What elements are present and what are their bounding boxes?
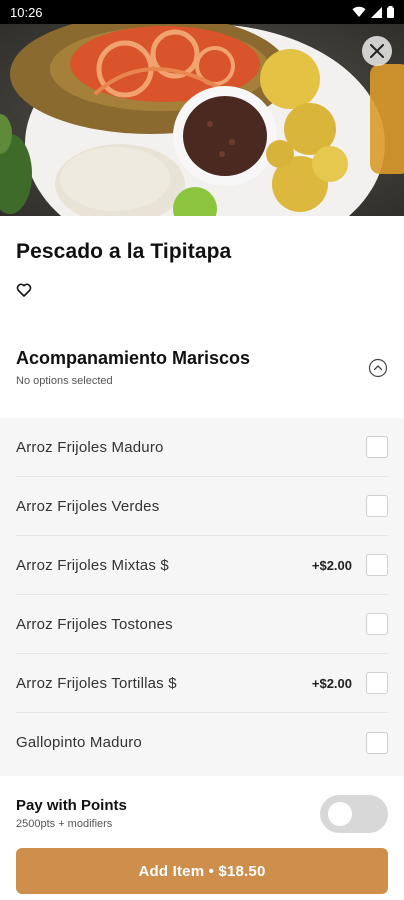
add-item-button[interactable]: Add Item • $18.50 (16, 848, 388, 894)
wifi-icon (352, 6, 366, 18)
modifier-options-list: Arroz Frijoles Maduro Arroz Frijoles Ver… (0, 418, 404, 776)
add-item-label: Add Item • $18.50 (138, 862, 266, 880)
chevron-up-icon[interactable] (368, 358, 388, 378)
close-button[interactable] (362, 36, 392, 66)
modifier-group-title: Acompanamiento Mariscos (16, 348, 251, 368)
option-row[interactable]: Arroz Frijoles Verdes (16, 477, 388, 536)
item-photo (0, 24, 404, 216)
modifier-group-status: No options selected (16, 375, 113, 387)
option-label: Arroz Frijoles Mixtas $ (16, 556, 169, 574)
pay-with-points-toggle[interactable] (320, 795, 388, 833)
option-label: Arroz Frijoles Tostones (16, 615, 173, 633)
option-row[interactable]: Arroz Frijoles Tostones (16, 595, 388, 654)
status-icons (352, 6, 394, 18)
signal-icon (371, 6, 382, 18)
favorite-button[interactable] (16, 282, 32, 298)
item-title-block: Pescado a la Tipitapa (16, 240, 388, 264)
option-checkbox[interactable] (366, 672, 388, 694)
bottom-bar: Pay with Points 2500pts + modifiers Add … (0, 776, 404, 900)
pay-with-points-sub: 2500pts + modifiers (16, 818, 113, 830)
status-bar: 10:26 (0, 0, 404, 24)
option-label: Arroz Frijoles Maduro (16, 438, 164, 456)
close-icon (370, 44, 384, 58)
option-checkbox[interactable] (366, 436, 388, 458)
option-checkbox[interactable] (366, 554, 388, 576)
option-row[interactable]: Arroz Frijoles Maduro (16, 418, 388, 477)
pay-with-points-label: Pay with Points (16, 797, 127, 814)
battery-icon (387, 6, 394, 18)
option-price: +$2.00 (311, 557, 352, 573)
option-row[interactable]: Arroz Frijoles Tortillas $ +$2.00 (16, 654, 388, 713)
item-title: Pescado a la Tipitapa (16, 240, 232, 263)
status-time: 10:26 (10, 4, 43, 20)
option-row[interactable]: Arroz Frijoles Mixtas $ +$2.00 (16, 536, 388, 595)
toggle-knob (328, 802, 352, 826)
modifier-group-header[interactable]: Acompanamiento Mariscos No options selec… (0, 336, 404, 418)
option-label: Arroz Frijoles Tortillas $ (16, 674, 177, 692)
heart-icon (16, 283, 32, 297)
option-row[interactable]: Gallopinto Maduro (16, 713, 388, 772)
option-label: Gallopinto Maduro (16, 734, 142, 751)
option-checkbox[interactable] (366, 731, 388, 754)
option-label: Arroz Frijoles Verdes (16, 497, 160, 515)
option-checkbox[interactable] (366, 495, 388, 517)
option-price: +$2.00 (311, 675, 352, 691)
option-checkbox[interactable] (366, 613, 388, 635)
